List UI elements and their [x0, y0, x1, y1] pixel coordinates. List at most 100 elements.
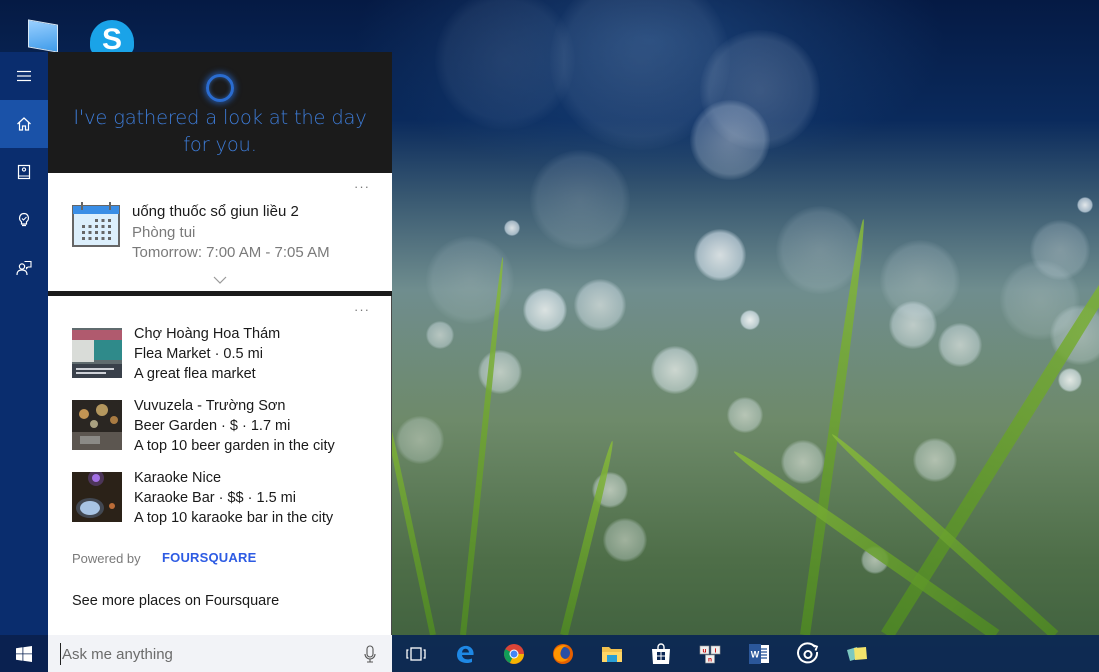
- taskbar-app-store[interactable]: [638, 635, 684, 672]
- start-button[interactable]: [0, 635, 48, 672]
- skype-desktop-icon[interactable]: S: [90, 20, 134, 56]
- svg-text:u: u: [703, 647, 707, 654]
- wallpaper-bokeh: [550, 0, 730, 150]
- wallpaper-bokeh: [913, 438, 957, 482]
- task-view-button[interactable]: [393, 635, 439, 672]
- home-icon: [17, 117, 31, 131]
- calendar-day-dot: [101, 237, 105, 240]
- card-more-options-button[interactable]: ···: [354, 179, 370, 194]
- calendar-day-dot: [101, 231, 105, 234]
- wallpaper-grass-blade: [460, 256, 506, 636]
- this-pc-desktop-icon[interactable]: [28, 19, 58, 53]
- calendar-day-dot: [101, 225, 105, 228]
- firefox-icon: [553, 643, 573, 664]
- cortana-search-box[interactable]: [48, 635, 392, 672]
- calendar-day-dot: [88, 225, 92, 228]
- calendar-day-dot: [108, 219, 111, 222]
- calendar-day-dot: [108, 225, 111, 228]
- taskbar-app-groove[interactable]: [785, 635, 831, 672]
- svg-text:W: W: [751, 649, 760, 659]
- place-category-distance: Beer Garden · $ · 1.7 mi: [134, 418, 291, 434]
- taskbar-app-word[interactable]: W: [736, 635, 782, 672]
- foursquare-logo[interactable]: FOURSQUARE: [162, 550, 256, 565]
- cortana-header: I've gathered a look at the day for you.: [48, 52, 392, 173]
- calendar-day-dot: [82, 231, 85, 234]
- svg-text:n: n: [708, 656, 712, 663]
- place-item[interactable]: Karaoke Nice Karaoke Bar · $$ · 1.5 mi A…: [48, 470, 392, 536]
- cortana-panel: I've gathered a look at the day for you.…: [48, 52, 392, 635]
- place-item[interactable]: Vuvuzela - Trường Sơn Beer Garden · $ · …: [48, 398, 392, 464]
- sidebar-item-feedback[interactable]: [0, 244, 48, 292]
- wallpaper-bokeh: [727, 397, 763, 433]
- event-title: uống thuốc sổ giun liều 2: [132, 203, 299, 220]
- edge-icon: [457, 645, 474, 663]
- wallpaper-bokeh: [694, 229, 746, 281]
- place-name: Vuvuzela - Trường Sơn: [134, 398, 286, 414]
- taskbar-app-firefox[interactable]: [540, 635, 586, 672]
- wallpaper-bokeh: [690, 100, 770, 180]
- calendar-day-dot: [95, 231, 98, 234]
- microphone-icon[interactable]: [364, 645, 376, 663]
- word-icon: W: [749, 643, 769, 664]
- calendar-day-dot: [108, 231, 111, 234]
- wallpaper-bokeh: [603, 518, 647, 562]
- calendar-event-card[interactable]: ··· uống thuốc sổ giun liều 2 Phòng tui …: [48, 173, 392, 293]
- hamburger-icon: [17, 70, 31, 82]
- wallpaper-bokeh: [530, 150, 630, 250]
- event-location: Phòng tui: [132, 224, 196, 241]
- event-time: Tomorrow: 7:00 AM - 7:05 AM: [132, 244, 330, 261]
- place-description: A top 10 karaoke bar in the city: [134, 510, 334, 526]
- calendar-day-dot: [82, 225, 85, 228]
- sidebar-item-notebook[interactable]: [0, 148, 48, 196]
- calendar-day-dot: [108, 237, 111, 240]
- wallpaper-bokeh: [889, 301, 937, 349]
- card-more-options-button[interactable]: ···: [354, 302, 370, 317]
- cortana-greeting: I've gathered a look at the day for you.: [73, 106, 367, 156]
- calendar-day-dot: [95, 225, 98, 228]
- calendar-day-dot: [95, 219, 98, 222]
- sidebar-item-home[interactable]: [0, 100, 48, 148]
- place-description: A great flea market: [134, 366, 256, 382]
- wallpaper-bokeh: [1030, 220, 1090, 280]
- calendar-day-dot: [101, 219, 105, 222]
- wallpaper-bokeh: [740, 310, 760, 330]
- place-item[interactable]: Chợ Hoàng Hoa Thám Flea Market · 0.5 mi …: [48, 326, 392, 392]
- taskbar: u in W: [0, 635, 1099, 672]
- notebook-icon: [17, 164, 31, 180]
- unikey-icon: u in: [699, 645, 721, 663]
- see-more-places-link[interactable]: See more places on Foursquare: [72, 593, 279, 609]
- wallpaper-bokeh: [504, 220, 520, 236]
- chrome-icon: [504, 643, 524, 664]
- sticky-notes-icon: [847, 646, 867, 661]
- calendar-day-dot: [88, 231, 92, 234]
- place-category-distance: Karaoke Bar · $$ · 1.5 mi: [134, 490, 296, 506]
- taskbar-app-chrome[interactable]: [491, 635, 537, 672]
- wallpaper-grass-blade: [560, 439, 617, 636]
- place-thumbnail-image: [72, 472, 122, 522]
- powered-by-label: Powered by: [72, 551, 141, 566]
- place-name: Chợ Hoàng Hoa Thám: [134, 326, 281, 342]
- wallpaper-grass-blade: [800, 218, 869, 636]
- calendar-day-dot: [88, 237, 92, 240]
- wallpaper-bokeh: [1077, 197, 1093, 213]
- wallpaper-bokeh: [523, 288, 567, 332]
- place-thumbnail-image: [72, 400, 122, 450]
- wallpaper-bokeh: [781, 440, 825, 484]
- taskbar-app-sticky-notes[interactable]: [834, 635, 880, 672]
- place-name: Karaoke Nice: [134, 470, 222, 486]
- taskbar-app-file-explorer[interactable]: [589, 635, 635, 672]
- wallpaper-bokeh: [396, 416, 444, 464]
- taskbar-app-edge[interactable]: [442, 635, 488, 672]
- wallpaper-bokeh: [1000, 260, 1080, 340]
- place-category-distance: Flea Market · 0.5 mi: [134, 346, 263, 362]
- groove-icon: [797, 641, 819, 663]
- search-input[interactable]: [60, 643, 350, 665]
- sidebar-item-reminders[interactable]: [0, 196, 48, 244]
- wallpaper-bokeh: [938, 323, 982, 367]
- wallpaper-bokeh: [478, 350, 522, 394]
- hamburger-menu-button[interactable]: [0, 52, 48, 100]
- chevron-down-icon[interactable]: [213, 275, 227, 285]
- wallpaper-bokeh: [435, 0, 575, 130]
- feedback-icon: [16, 260, 32, 276]
- taskbar-app-unikey[interactable]: u in: [687, 635, 733, 672]
